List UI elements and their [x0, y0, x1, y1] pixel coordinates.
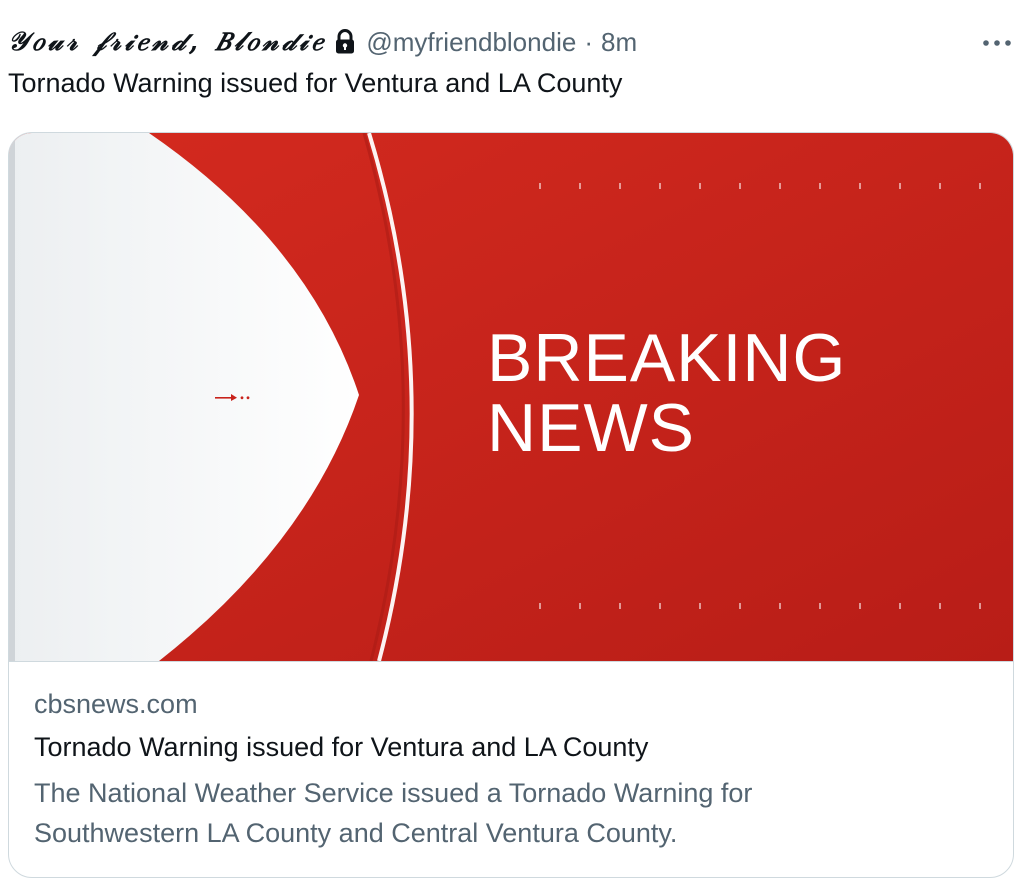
- headline-line-1: BREAKING: [487, 320, 847, 396]
- card-image[interactable]: BREAKING NEWS: [9, 133, 1013, 662]
- tweet-header: 𝒴𝑜𝓊𝓇 𝒻𝓇𝒾𝑒𝓃𝒹, 𝐵𝓁𝑜𝓃𝒹𝒾𝑒 @myfriendblondie · …: [8, 22, 637, 62]
- more-horizontal-icon: [982, 34, 1012, 52]
- lock-icon: [334, 29, 356, 55]
- card-description-line-1: The National Weather Service issued a To…: [34, 778, 753, 808]
- timestamp[interactable]: 8m: [601, 27, 637, 58]
- more-options-button[interactable]: [980, 28, 1014, 58]
- tweet-text: Tornado Warning issued for Ventura and L…: [8, 68, 623, 98]
- card-domain: cbsnews.com: [34, 689, 198, 719]
- separator-dot: ·: [584, 26, 593, 57]
- headline-line-2: NEWS: [487, 390, 695, 466]
- user-handle[interactable]: @myfriendblondie: [366, 27, 576, 58]
- tweet[interactable]: 𝒴𝑜𝓊𝓇 𝒻𝓇𝒾𝑒𝓃𝒹, 𝐵𝓁𝑜𝓃𝒹𝒾𝑒 @myfriendblondie · …: [0, 0, 1016, 885]
- breaking-news-headline: BREAKING NEWS: [487, 323, 846, 463]
- display-name[interactable]: 𝒴𝑜𝓊𝓇 𝒻𝓇𝒾𝑒𝓃𝒹, 𝐵𝓁𝑜𝓃𝒹𝒾𝑒: [8, 27, 326, 58]
- card-title: Tornado Warning issued for Ventura and L…: [34, 732, 649, 762]
- card-description: The National Weather Service issued a To…: [34, 773, 993, 853]
- link-card[interactable]: BREAKING NEWS cbsnews.com Tornado Warnin…: [8, 132, 1014, 878]
- card-description-line-2: Southwestern LA County and Central Ventu…: [34, 818, 678, 848]
- card-body: cbsnews.com Tornado Warning issued for V…: [34, 689, 993, 853]
